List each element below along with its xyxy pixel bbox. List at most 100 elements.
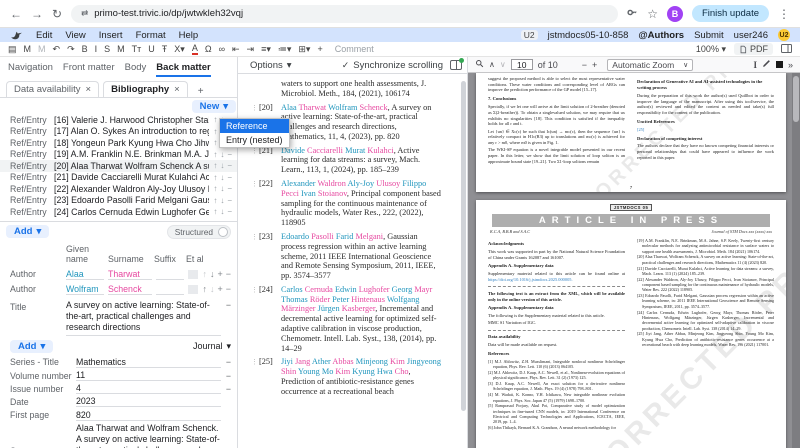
address-bar[interactable]: ⇄ primo-test.trivic.io/dp/jwtwkleh32vqj	[71, 5, 618, 23]
structured-toggle[interactable]: Structured	[167, 225, 231, 239]
bib-entry[interactable]: ⋮[23]Edoardo Pasolli Farid Melgani, Gaus…	[251, 232, 443, 281]
more-tools-icon[interactable]: »	[788, 60, 793, 70]
zoom-out-icon[interactable]: −	[582, 60, 587, 70]
move-up-icon[interactable]: ↑	[202, 284, 207, 294]
page-setup-icon[interactable]: ▤	[8, 45, 17, 54]
field-value[interactable]: 4	[76, 383, 221, 394]
move-up-icon[interactable]: ↑	[213, 161, 217, 170]
bib-entry[interactable]: ⋮[25]Jiyi Jang Ather Abbas Minjeong Kim …	[251, 357, 443, 396]
sync-checkbox[interactable]: ✓	[342, 60, 350, 71]
entry-type-select[interactable]: Journal▾	[193, 341, 231, 352]
prev-page-icon[interactable]: ∧	[489, 60, 495, 69]
remove-icon[interactable]: −	[221, 357, 231, 367]
doi-link[interactable]: https://doi.org/10.1016/j.jstmdocs.2025.…	[488, 277, 573, 282]
drag-handle-icon[interactable]: ⋮	[251, 179, 259, 228]
menu-edit[interactable]: Edit	[36, 30, 52, 41]
underline-icon[interactable]: U	[148, 45, 155, 54]
drag-handle-icon[interactable]: ⋮	[251, 285, 259, 353]
move-down-icon[interactable]: ↓	[220, 150, 224, 159]
bookmark-icon[interactable]: M	[24, 45, 32, 54]
remove-icon[interactable]: −	[221, 371, 231, 381]
etal-checkbox[interactable]	[188, 270, 198, 279]
zoom-select[interactable]: 100% ▾	[696, 44, 726, 55]
text-color-icon[interactable]: A	[192, 44, 198, 55]
align-icon[interactable]: ≡▾	[261, 45, 271, 54]
indent-increase-icon[interactable]: ⇥	[247, 45, 255, 54]
move-up-icon[interactable]: ↑	[213, 207, 217, 216]
bib-entry[interactable]: ⋮[22]Alexander Waldron Aly-Joy Ulusoy Fi…	[251, 179, 443, 228]
forward-icon[interactable]: →	[31, 8, 43, 20]
draw-shape-icon[interactable]	[776, 61, 783, 68]
browser-profile-avatar[interactable]: B	[667, 6, 683, 22]
site-info-icon[interactable]: ⇄	[81, 8, 88, 19]
bookmark-alt-icon[interactable]: M	[38, 45, 46, 54]
italic-icon[interactable]: I	[95, 45, 98, 54]
pdf-export-button[interactable]: PDF	[734, 43, 773, 55]
title-field[interactable]: A survey on active learning: State-of-th…	[66, 300, 221, 336]
drag-handle-icon[interactable]: ⋮	[251, 146, 259, 175]
ref-entry-row[interactable]: Ref/Entry[23] Edoardo Pasolli Farid Melg…	[0, 195, 237, 207]
authors-menu[interactable]: @Authors	[638, 30, 684, 41]
section-tab-bibliography[interactable]: Bibliography×	[103, 81, 188, 97]
close-icon[interactable]: ×	[174, 84, 180, 95]
compare-view-icon[interactable]	[450, 60, 462, 70]
add-field-button[interactable]: Add▾	[10, 340, 53, 353]
bib-entry[interactable]: ⋮[21]Davide Cacciarelli Murat Kulahci, A…	[251, 146, 443, 175]
surname-field[interactable]: Schenck	[108, 284, 152, 295]
password-key-icon[interactable]	[627, 7, 638, 21]
annotate-pen-icon[interactable]	[762, 59, 771, 70]
add-icon[interactable]: +	[217, 284, 222, 294]
move-down-icon[interactable]: ↓	[220, 173, 224, 182]
ref-entry-row[interactable]: Ref/Entry[21] Davide Cacciarelli Murat K…	[0, 172, 237, 184]
new-menu-item-entry-nested-[interactable]: Entry (nested)	[220, 133, 289, 147]
link-icon[interactable]: ∞	[219, 45, 225, 54]
move-up-icon[interactable]: ↑	[213, 115, 217, 124]
menu-view[interactable]: View	[65, 30, 85, 41]
given-name-field[interactable]: Alaa	[66, 269, 104, 280]
field-value[interactable]: 820	[76, 410, 221, 421]
insert-icon[interactable]: +	[317, 45, 322, 54]
field-value[interactable]: Mathematics	[76, 357, 221, 368]
pdf-scrollbar[interactable]	[792, 73, 800, 448]
move-up-icon[interactable]: ↑	[213, 150, 217, 159]
remove-icon[interactable]: −	[226, 284, 231, 294]
remove-icon[interactable]: −	[226, 269, 231, 279]
add-tab-button[interactable]: +	[192, 86, 210, 97]
subscript-icon[interactable]: X▾	[174, 45, 185, 54]
page-number-input[interactable]	[511, 59, 533, 70]
menu-help[interactable]: Help	[179, 30, 199, 41]
remove-icon[interactable]: −	[227, 161, 232, 170]
add-author-button[interactable]: Add▾	[6, 225, 49, 238]
redo-icon[interactable]: ↷	[67, 45, 75, 54]
move-down-icon[interactable]: ↓	[220, 161, 224, 170]
move-down-icon[interactable]: ↓	[210, 269, 215, 279]
etal-checkbox[interactable]	[188, 285, 198, 294]
pdf-search-icon[interactable]	[475, 59, 484, 70]
options-button[interactable]: Options▾	[250, 60, 292, 71]
clear-format-icon[interactable]: Ŧ	[162, 45, 168, 54]
bookmark-star-icon[interactable]: ☆	[647, 8, 658, 20]
finish-update-button[interactable]: Finish update	[692, 5, 769, 22]
drag-handle-icon[interactable]: ⋮	[251, 232, 259, 281]
move-up-icon[interactable]: ↑	[213, 184, 217, 193]
undo-icon[interactable]: ↶	[53, 45, 61, 54]
preview-scrollbar[interactable]	[461, 81, 466, 411]
ref-entry-row[interactable]: Ref/Entry[19] A.M. Franklin N.E. Brinkma…	[0, 149, 237, 161]
close-icon[interactable]: ×	[86, 84, 92, 95]
zoom-in-icon[interactable]: +	[592, 60, 597, 70]
pdf-zoom-select[interactable]: Automatic Zoom∨	[607, 59, 693, 71]
special-char-icon[interactable]: Ω	[205, 45, 212, 54]
tab-navigation[interactable]: Navigation	[8, 62, 53, 77]
match-style-icon[interactable]: M	[117, 45, 125, 54]
ref-entry-row[interactable]: Ref/Entry[17] Alan O. Sykes An introduct…	[0, 126, 237, 138]
text-select-icon[interactable]: I	[753, 60, 757, 70]
reference-text-continuation[interactable]: waters to support one health assessments…	[281, 79, 443, 99]
add-icon[interactable]: +	[217, 269, 222, 279]
remove-icon[interactable]: −	[221, 384, 231, 394]
move-down-icon[interactable]: ↓	[220, 207, 224, 216]
tab-front-matter[interactable]: Front matter	[63, 62, 115, 77]
table-icon[interactable]: ⊞▾	[298, 45, 310, 54]
indent-decrease-icon[interactable]: ⇤	[232, 45, 240, 54]
suffix-field[interactable]	[156, 269, 184, 280]
move-down-icon[interactable]: ↓	[210, 284, 215, 294]
